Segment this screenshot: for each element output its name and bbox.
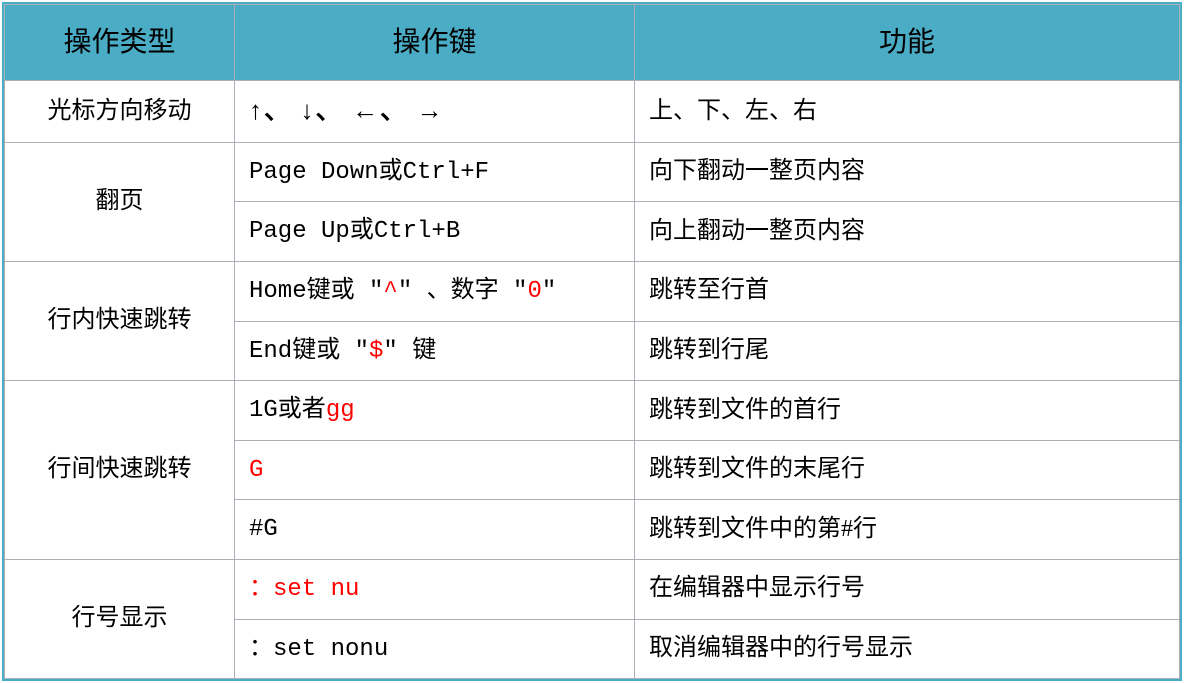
key-text: 1G或者 [249,397,326,424]
cell-func: 跳转到文件中的第#行 [635,500,1180,560]
cell-key: ：set nu [235,559,635,619]
key-text: 0 [527,278,541,305]
cell-key: ：set nonu [235,619,635,679]
table-body: 光标方向移动 ↑、 ↓、 ←、 → 上、下、左、右翻页 Page Down或Ctrl+… [5,81,1180,679]
cell-key: Page Down或Ctrl+F [235,142,635,202]
key-text: #G [249,516,278,543]
cell-type: 翻页 [5,142,235,261]
cell-func: 取消编辑器中的行号显示 [635,619,1180,679]
key-text: Page Down或Ctrl+F [249,159,489,186]
cell-type: 行间快速跳转 [5,381,235,560]
cell-func: 跳转到文件的首行 [635,381,1180,441]
table-row: 翻页Page Down或Ctrl+F向下翻动一整页内容 [5,142,1180,202]
cell-key: ↑、 ↓、 ←、 → [235,81,635,143]
key-text: " [542,278,556,305]
key-text: ：set nonu [249,636,388,663]
key-text: End键或 " [249,338,369,365]
vim-operations-table: 操作类型 操作键 功能 光标方向移动 ↑、 ↓、 ←、 → 上、下、左、右翻页 Pag… [4,4,1180,679]
cell-type: 行内快速跳转 [5,261,235,380]
key-text: ↑、 ↓、 ←、 → [249,96,445,125]
table-header-row: 操作类型 操作键 功能 [5,5,1180,81]
cell-key: Home键或 "^" 、数字 "0" [235,261,635,321]
cell-func: 跳转至行首 [635,261,1180,321]
key-text: $ [369,338,383,365]
cell-func: 向下翻动一整页内容 [635,142,1180,202]
cell-func: 在编辑器中显示行号 [635,559,1180,619]
key-text: G [249,457,263,484]
key-text: ^ [383,278,397,305]
cell-key: 1G或者gg [235,381,635,441]
key-text: " 、数字 " [398,278,528,305]
cell-key: End键或 "$" 键 [235,321,635,381]
key-text: gg [326,397,355,424]
cell-type: 行号显示 [5,559,235,678]
cell-key: Page Up或Ctrl+B [235,202,635,262]
header-type: 操作类型 [5,5,235,81]
table-row: 行间快速跳转1G或者gg跳转到文件的首行 [5,381,1180,441]
key-text: Home键或 " [249,278,383,305]
cell-func: 上、下、左、右 [635,81,1180,143]
cell-key: #G [235,500,635,560]
header-func: 功能 [635,5,1180,81]
cell-func: 跳转到文件的末尾行 [635,440,1180,500]
key-text: " 键 [383,338,436,365]
key-text: ：set nu [249,576,359,603]
key-text: Page Up或Ctrl+B [249,218,460,245]
table-row: 行号显示：set nu在编辑器中显示行号 [5,559,1180,619]
header-key: 操作键 [235,5,635,81]
table-row: 光标方向移动 ↑、 ↓、 ←、 → 上、下、左、右 [5,81,1180,143]
cell-func: 向上翻动一整页内容 [635,202,1180,262]
table-row: 行内快速跳转Home键或 "^" 、数字 "0"跳转至行首 [5,261,1180,321]
cell-type: 光标方向移动 [5,81,235,143]
cell-func: 跳转到行尾 [635,321,1180,381]
cell-key: G [235,440,635,500]
